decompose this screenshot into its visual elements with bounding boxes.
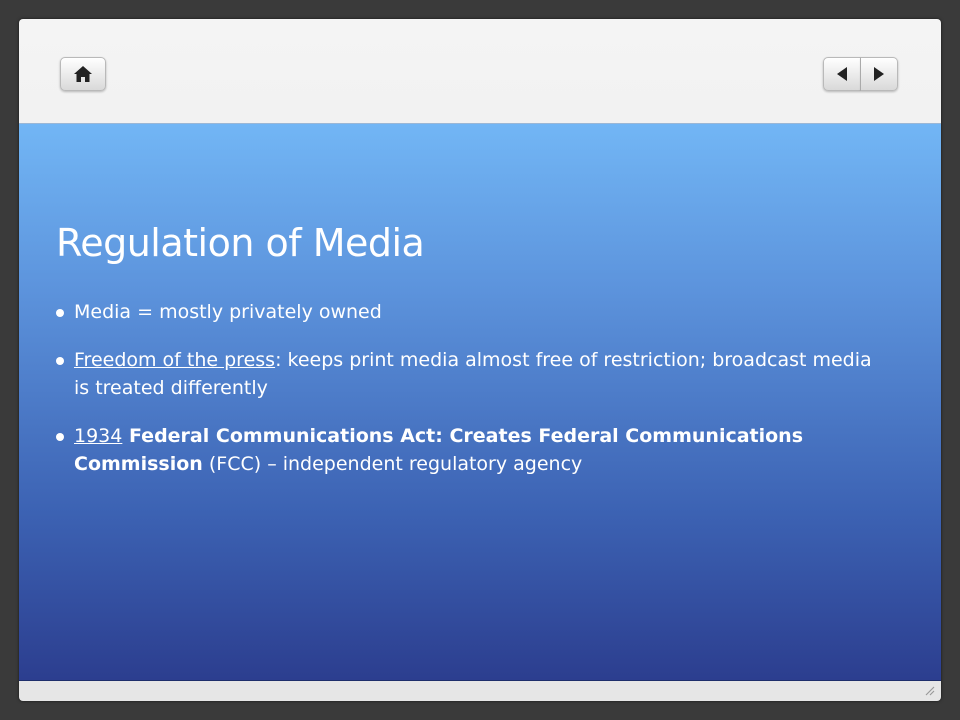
triangle-right-icon <box>874 67 884 81</box>
bullet-text: Media = mostly privately owned <box>74 301 382 323</box>
triangle-left-icon <box>837 67 847 81</box>
previous-slide-button[interactable] <box>823 57 861 91</box>
bullet-text: (FCC) – independent regulatory agency <box>202 453 583 475</box>
bullet-item: Freedom of the press: keeps print media … <box>56 346 886 402</box>
bullet-item: Media = mostly privately owned <box>56 298 886 326</box>
home-icon <box>74 66 92 82</box>
bullet-underlined-text: Freedom of the press <box>74 349 276 371</box>
next-slide-button[interactable] <box>861 57 898 91</box>
bullet-underlined-text: 1934 <box>74 425 123 447</box>
slide-pager <box>823 57 899 91</box>
bullet-item: 1934 Federal Communications Act: Creates… <box>56 422 886 478</box>
presentation-frame: Regulation of Media Media = mostly priva… <box>19 19 941 701</box>
home-button[interactable] <box>60 57 106 91</box>
bullet-list: Media = mostly privately owned Freedom o… <box>56 298 886 498</box>
bullet-dot <box>56 357 64 365</box>
navigation-bar <box>19 19 941 123</box>
slide-title: Regulation of Media <box>56 221 425 265</box>
slide-content: Regulation of Media Media = mostly priva… <box>19 123 941 681</box>
bullet-dot <box>56 433 64 441</box>
resize-grip-icon[interactable] <box>923 684 935 696</box>
bullet-dot <box>56 309 64 317</box>
